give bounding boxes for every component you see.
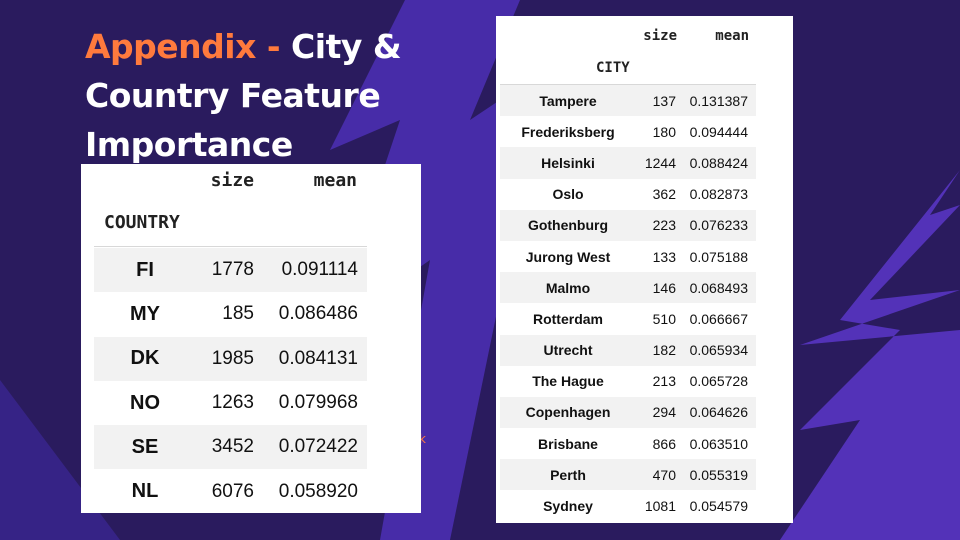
mean-value: 0.075188 bbox=[689, 248, 748, 265]
mean-value: 0.066667 bbox=[689, 310, 748, 327]
table-row: Perth 470 0.055319 bbox=[500, 459, 756, 491]
mean-value: 0.063510 bbox=[689, 435, 748, 452]
table-row: NO 1263 0.079968 bbox=[94, 381, 367, 425]
city-name: Tampere bbox=[539, 92, 597, 109]
mean-value: 0.065934 bbox=[689, 342, 748, 359]
size-value: 1244 bbox=[644, 154, 676, 171]
city-name: Helsinki bbox=[541, 154, 595, 171]
table-row: Jurong West 133 0.075188 bbox=[500, 241, 756, 272]
mean-value: 0.084131 bbox=[278, 347, 358, 369]
mean-value: 0.065728 bbox=[689, 373, 748, 390]
table-row: Copenhagen 294 0.064626 bbox=[500, 396, 756, 429]
country-name: DK bbox=[130, 347, 160, 370]
table-row: Frederiksberg 180 0.094444 bbox=[500, 116, 756, 147]
title-accent: Appendix - bbox=[85, 27, 281, 66]
table-row: Tampere 137 0.131387 bbox=[500, 85, 756, 117]
country-name: FI bbox=[136, 258, 154, 281]
size-value: 362 bbox=[652, 186, 676, 203]
table-row: The Hague 213 0.065728 bbox=[500, 366, 756, 397]
mean-value: 0.094444 bbox=[689, 123, 748, 140]
table-row: Sydney 1081 0.054579 bbox=[500, 490, 756, 521]
city-name: Perth bbox=[550, 466, 586, 483]
city-name: Copenhagen bbox=[525, 404, 611, 421]
size-value: 866 bbox=[652, 435, 676, 452]
size-value: 3452 bbox=[211, 436, 254, 458]
city-name: Malmo bbox=[545, 279, 591, 296]
city-col-mean-header: mean bbox=[715, 28, 749, 44]
city-name: Gothenburg bbox=[527, 217, 609, 234]
mean-value: 0.064626 bbox=[689, 404, 748, 421]
table-row: Rotterdam 510 0.066667 bbox=[500, 303, 756, 334]
size-value: 510 bbox=[652, 310, 676, 327]
size-value: 185 bbox=[222, 303, 254, 325]
country-table-body: FI 1778 0.091114 MY 185 0.086486 DK 1985 0.08413… bbox=[94, 248, 367, 514]
mean-value: 0.082873 bbox=[689, 186, 748, 203]
city-name: Brisbane bbox=[538, 435, 598, 452]
country-name: SE bbox=[131, 435, 159, 458]
city-name: The Hague bbox=[532, 373, 604, 390]
mean-value: 0.088424 bbox=[689, 154, 748, 171]
mean-value: 0.055319 bbox=[689, 466, 748, 483]
header-divider bbox=[94, 246, 367, 247]
country-col-size-header: size bbox=[210, 170, 254, 191]
table-row: FI 1778 0.091114 bbox=[94, 248, 367, 293]
size-value: 1081 bbox=[644, 498, 676, 515]
size-value: 133 bbox=[652, 248, 676, 265]
country-name: NO bbox=[130, 391, 160, 414]
city-name: Jurong West bbox=[525, 248, 611, 265]
slide-title: Appendix - City & Country Feature Import… bbox=[85, 22, 415, 169]
size-value: 1263 bbox=[211, 392, 254, 414]
city-name: Sydney bbox=[543, 498, 593, 515]
size-value: 137 bbox=[652, 92, 676, 109]
size-value: 294 bbox=[652, 404, 676, 421]
city-table-body: Tampere 137 0.131387 Frederiksberg 180 0.0944… bbox=[500, 85, 756, 522]
table-row: Gothenburg 223 0.076233 bbox=[500, 209, 756, 241]
city-index-header: CITY bbox=[596, 60, 630, 76]
size-value: 213 bbox=[652, 373, 676, 390]
size-value: 146 bbox=[652, 279, 676, 296]
city-col-size-header: size bbox=[643, 28, 677, 44]
table-row: Utrecht 182 0.065934 bbox=[500, 334, 756, 366]
table-row: Malmo 146 0.068493 bbox=[500, 272, 756, 304]
country-index-header: COUNTRY bbox=[104, 212, 180, 233]
city-table: size mean CITY Tampere 137 0.131387 Frederi… bbox=[496, 16, 793, 523]
country-col-mean-header: mean bbox=[313, 170, 357, 191]
table-row: NL 6076 0.058920 bbox=[94, 469, 367, 513]
size-value: 470 bbox=[652, 466, 676, 483]
table-row: Oslo 362 0.082873 bbox=[500, 179, 756, 210]
city-name: Utrecht bbox=[543, 342, 593, 359]
size-value: 182 bbox=[652, 342, 676, 359]
mean-value: 0.054579 bbox=[689, 498, 748, 515]
table-row: SE 3452 0.072422 bbox=[94, 425, 367, 470]
country-table: size mean COUNTRY FI 1778 0.091114 MY 185 0.0… bbox=[81, 164, 421, 513]
city-name: Oslo bbox=[552, 186, 584, 203]
city-name: Rotterdam bbox=[532, 310, 603, 327]
size-value: 223 bbox=[652, 217, 676, 234]
size-value: 1985 bbox=[211, 347, 254, 369]
mean-value: 0.068493 bbox=[689, 279, 748, 296]
mean-value: 0.091114 bbox=[281, 259, 358, 281]
size-value: 6076 bbox=[211, 480, 254, 502]
mean-value: 0.131387 bbox=[689, 92, 748, 109]
mean-value: 0.086486 bbox=[278, 303, 358, 325]
country-name: NL bbox=[131, 480, 159, 503]
table-row: Helsinki 1244 0.088424 bbox=[500, 147, 756, 179]
country-name: MY bbox=[130, 302, 160, 325]
city-name: Frederiksberg bbox=[521, 123, 615, 140]
table-row: MY 185 0.086486 bbox=[94, 292, 367, 336]
mean-value: 0.072422 bbox=[278, 436, 358, 458]
size-value: 180 bbox=[652, 123, 676, 140]
table-row: DK 1985 0.084131 bbox=[94, 336, 367, 381]
mean-value: 0.079968 bbox=[278, 392, 358, 414]
size-value: 1778 bbox=[211, 259, 254, 281]
mean-value: 0.058920 bbox=[278, 480, 358, 502]
mean-value: 0.076233 bbox=[689, 217, 748, 234]
table-row: Brisbane 866 0.063510 bbox=[500, 428, 756, 459]
